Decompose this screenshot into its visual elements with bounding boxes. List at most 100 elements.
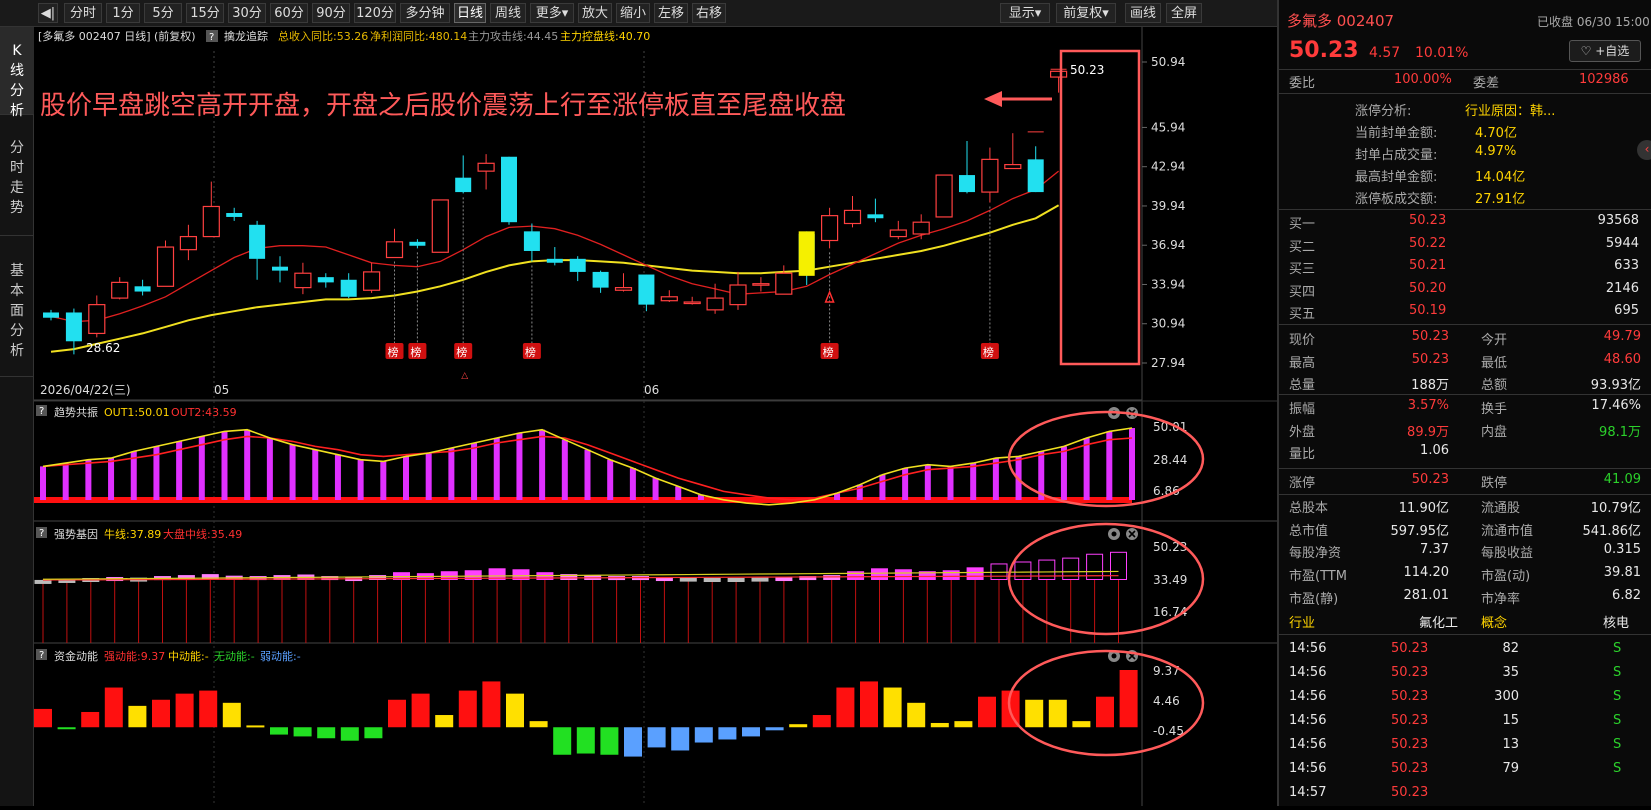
q4-label: 每股净资 <box>1289 546 1342 562</box>
candle <box>43 312 59 318</box>
trend-bar <box>448 448 455 500</box>
period-13[interactable]: 缩小 <box>616 3 650 23</box>
gene-bar <box>775 577 793 582</box>
adjust-menu[interactable]: 前复权▾ <box>1056 3 1116 23</box>
q1-label: 总额 <box>1481 378 1508 394</box>
chevron-left-icon[interactable]: ‹ <box>1637 140 1651 160</box>
industry-value[interactable]: 氟化工 <box>1419 612 1458 631</box>
add-watchlist-button[interactable]: ♡ +自选 <box>1569 40 1641 62</box>
q2-label: 振幅 <box>1289 402 1316 417</box>
display-menu[interactable]: 显示▾ <box>1000 3 1050 23</box>
concept-label[interactable]: 概念 <box>1481 612 1507 631</box>
view-sidebar: K线分析 分时走势 基本面分析 <box>0 27 34 806</box>
period-4[interactable]: 30分 <box>228 3 266 23</box>
concept-value[interactable]: 核电 <box>1603 612 1629 631</box>
indicator-name: 擒龙追踪 <box>224 29 268 43</box>
candle <box>867 214 884 219</box>
period-5[interactable]: 60分 <box>270 3 308 23</box>
candle <box>683 301 701 305</box>
divider <box>1279 468 1651 469</box>
q2-value: 17.46% <box>1591 398 1641 413</box>
gene-bar <box>871 568 888 580</box>
svg-text:?: ? <box>39 406 44 417</box>
tick-side: S <box>1613 665 1622 680</box>
close-icon[interactable] <box>1126 528 1138 540</box>
limit-analysis-value: 27.91亿 <box>1475 192 1526 207</box>
q4-value: 11.90亿 <box>1398 501 1449 516</box>
q1-label: 今开 <box>1481 333 1508 348</box>
bid-label: 买四 <box>1289 284 1316 300</box>
bid-label: 买三 <box>1289 262 1316 277</box>
q4-label: 流通股 <box>1481 501 1521 516</box>
trend-bar <box>947 466 954 500</box>
period-14[interactable]: 左移 <box>654 3 688 23</box>
limit-analysis-label: 当前封单金额: <box>1355 126 1438 141</box>
tick-time: 14:56 <box>1289 665 1327 680</box>
collapse-button[interactable]: ◀| <box>38 3 58 23</box>
momentum-bar <box>57 727 76 730</box>
period-9[interactable]: 日线 <box>454 3 486 23</box>
tick-price: 50.23 <box>1391 713 1429 728</box>
q1-value: 49.79 <box>1603 329 1641 344</box>
stock-title: 多氟多 002407 <box>1287 12 1395 30</box>
period-11[interactable]: 更多▾ <box>530 3 574 23</box>
period-3[interactable]: 15分 <box>186 3 224 23</box>
bid-volume: 93568 <box>1597 213 1639 228</box>
trend-bar <box>312 449 319 500</box>
tick-price: 50.23 <box>1391 665 1429 680</box>
period-10[interactable]: 周线 <box>490 3 526 23</box>
price-tick: 27.94 <box>1151 356 1185 370</box>
candle <box>501 156 517 223</box>
industry-label[interactable]: 行业 <box>1289 612 1315 631</box>
pct-change: 10.01% <box>1415 45 1469 61</box>
tab-kline[interactable]: K线分析 <box>0 27 34 119</box>
period-8[interactable]: 多分钟 <box>400 3 450 23</box>
panel3-title: 资金动能 <box>54 649 98 663</box>
trend-bar <box>334 454 341 500</box>
candle <box>1049 70 1068 78</box>
period-1[interactable]: 1分 <box>106 3 140 23</box>
panel3-d: 弱动能:- <box>260 649 301 663</box>
gene-bar <box>727 578 745 583</box>
quote-panel: 多氟多 002407 已收盘 06/30 15:00 50.23 4.57 10… <box>1277 0 1651 806</box>
q3-value: 41.09 <box>1603 472 1641 487</box>
date-label-may: 05 <box>214 383 229 397</box>
chart-area[interactable]: [多氟多 002407 日线] (前复权) ? 擒龙追踪 总收入同比:53.26… <box>34 27 1277 806</box>
candle <box>706 297 724 311</box>
period-0[interactable]: 分时 <box>64 3 102 23</box>
q1-label: 最低 <box>1481 355 1508 371</box>
q4-value: 281.01 <box>1403 587 1450 603</box>
tick-side: S <box>1613 689 1622 704</box>
tab-timeshare[interactable]: 分时走势 <box>0 116 34 236</box>
draw-button[interactable]: 画线 <box>1125 3 1161 23</box>
fullscreen-button[interactable]: 全屏 <box>1166 3 1202 23</box>
panel3-c: 无动能:- <box>214 649 255 663</box>
period-7[interactable]: 120分 <box>354 3 396 23</box>
q4-value: 6.82 <box>1612 587 1641 603</box>
candle <box>843 209 862 225</box>
q1-label: 最高 <box>1289 355 1316 371</box>
trend-bar <box>879 474 886 500</box>
candle <box>455 177 472 193</box>
trend-bar <box>62 463 69 500</box>
period-15[interactable]: 右移 <box>692 3 726 23</box>
candle <box>889 229 907 238</box>
momentum-bar <box>978 696 996 728</box>
last-price: 50.23 <box>1289 38 1359 63</box>
period-6[interactable]: 90分 <box>312 3 350 23</box>
q4-value: 114.20 <box>1403 565 1450 581</box>
trend-bar <box>471 443 478 500</box>
q1-value: 48.60 <box>1603 351 1641 367</box>
trend-bar <box>357 459 364 500</box>
p2-tick: 33.49 <box>1153 573 1187 587</box>
candle <box>340 279 357 297</box>
period-12[interactable]: 放大 <box>578 3 612 23</box>
tab-fundamentals[interactable]: 基本面分析 <box>0 237 34 377</box>
period-2[interactable]: 5分 <box>144 3 182 23</box>
gear-icon[interactable] <box>1108 528 1120 540</box>
annotation-text: 股价早盘跳空高开开盘，开盘之后股价震荡上行至涨停板直至尾盘收盘 <box>40 91 846 121</box>
tick-time: 14:56 <box>1289 713 1327 728</box>
momentum-bar <box>647 727 666 748</box>
bid-label: 买五 <box>1289 307 1316 322</box>
bang-label: 榜 <box>410 345 421 359</box>
